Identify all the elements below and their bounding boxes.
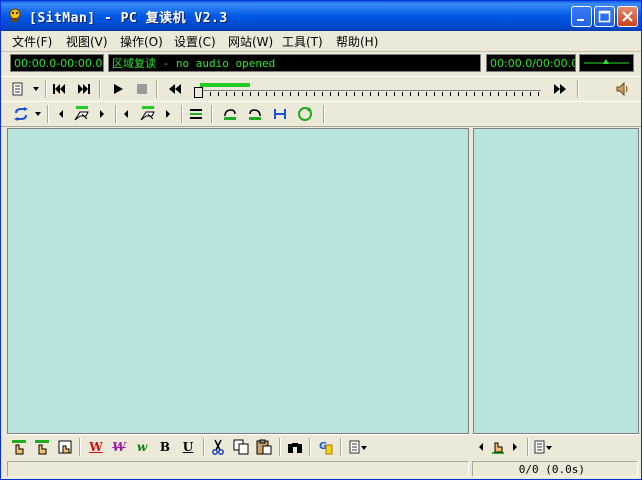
toolbar-separator [309,438,311,456]
toolbar-separator [79,438,81,456]
toolbar-separator [99,80,101,98]
toolbar-separator [340,438,342,456]
ab-repeat-icon[interactable] [271,105,289,123]
fast-forward-icon[interactable] [551,80,569,98]
hand-up-icon[interactable] [10,438,28,456]
toolbar-separator [45,80,47,98]
google-translate-icon[interactable]: G [317,438,335,456]
toolbar-separator [323,105,325,123]
status-bar: 0/0 (0.0s) [1,459,641,479]
toolbar-separator [115,105,117,123]
position-display: 00:00.0/00:00.0 [486,54,576,72]
window-title: [SitMan] - PC 复读机 V2.3 [29,11,228,26]
toolbar-separator [527,438,529,456]
underline-button[interactable]: U [179,438,197,456]
title-bar[interactable]: [SitMan] - PC 复读机 V2.3 [1,1,641,31]
menu-view[interactable]: 视图(V) [66,33,108,50]
bold-button[interactable]: B [156,438,174,456]
word-purple-button[interactable]: W [110,438,128,456]
list-menu-icon[interactable] [348,438,370,456]
next-track-icon[interactable] [75,80,93,98]
minimize-button[interactable] [571,6,592,27]
play-icon[interactable] [109,80,127,98]
status-cell-main [7,461,469,477]
main-window: [SitMan] - PC 复读机 V2.3 文件(F) 视图(V) 操作(O)… [0,0,642,480]
playlist-icon[interactable] [10,80,28,98]
hand-box-icon[interactable] [56,438,74,456]
back-loop-icon[interactable] [221,105,239,123]
seek-buffer-bar [200,83,250,87]
toolbar-separator [181,105,183,123]
chevron-right-icon[interactable] [97,105,107,123]
menu-settings[interactable]: 设置(C) [174,33,216,50]
hand-pointer-icon[interactable] [489,438,507,456]
menu-website[interactable]: 网站(W) [228,33,273,50]
cut-icon[interactable] [209,438,227,456]
chevron-left-icon[interactable] [56,105,66,123]
toolbar-separator [211,105,213,123]
paste-icon[interactable] [255,438,273,456]
find-binoculars-icon[interactable] [286,438,304,456]
copy-icon[interactable] [232,438,250,456]
toolbar-separator [47,105,49,123]
bookmark-toolbar [473,434,639,459]
range-display: 00:00.0-00:00.0 [10,54,104,72]
menu-file[interactable]: 文件(F) [12,33,52,50]
mark-end-hand-icon[interactable] [137,105,159,123]
rewind-icon[interactable] [166,80,184,98]
chevron-left-icon[interactable] [121,105,131,123]
align-icon[interactable] [187,105,205,123]
refresh-icon[interactable] [296,105,314,123]
editor-toolbar: W W w B U G [7,434,469,459]
status-display: 区域复读 - no audio opened [108,54,481,72]
status-cell-counter: 0/0 (0.0s) [472,461,638,477]
previous-track-icon[interactable] [50,80,68,98]
lcd-row: 00:00.0-00:00.0 区域复读 - no audio opened 0… [1,52,641,75]
repeat-toolbar [1,101,641,127]
list-menu-icon[interactable] [533,438,555,456]
chevron-down-icon[interactable] [31,80,41,98]
word-red-button[interactable]: W [87,438,105,456]
toolbar-separator [156,80,158,98]
playback-toolbar [1,76,641,102]
volume-icon[interactable] [613,80,631,98]
level-meter [579,54,634,72]
word-green-button[interactable]: w [133,438,151,456]
maximize-button[interactable] [594,6,615,27]
hand-note-icon[interactable] [33,438,51,456]
chevron-down-icon[interactable] [33,105,43,123]
menu-operate[interactable]: 操作(O) [120,33,163,50]
menu-bar: 文件(F) 视图(V) 操作(O) 设置(C) 网站(W) 工具(T) 帮助(H… [1,31,641,52]
forward-loop-icon[interactable] [246,105,264,123]
seek-slider[interactable] [194,83,541,99]
chevron-right-icon[interactable] [509,438,521,456]
stop-icon[interactable] [133,80,151,98]
seek-ticks [202,92,540,96]
menu-help[interactable]: 帮助(H) [336,33,378,50]
chevron-left-icon[interactable] [475,438,487,456]
app-icon[interactable] [7,7,23,23]
toolbar-separator [577,80,579,98]
close-button[interactable] [617,6,638,27]
toolbar-separator [203,438,205,456]
main-text-pane[interactable] [7,128,469,434]
toolbar-separator [279,438,281,456]
menu-tools[interactable]: 工具(T) [282,33,323,50]
mark-start-hand-icon[interactable] [71,105,93,123]
segment-counter: 0/0 (0.0s) [518,463,585,476]
seek-thumb[interactable] [194,87,203,98]
chevron-right-icon[interactable] [163,105,173,123]
bookmark-list-pane[interactable] [473,128,639,434]
loop-icon[interactable] [12,105,30,123]
